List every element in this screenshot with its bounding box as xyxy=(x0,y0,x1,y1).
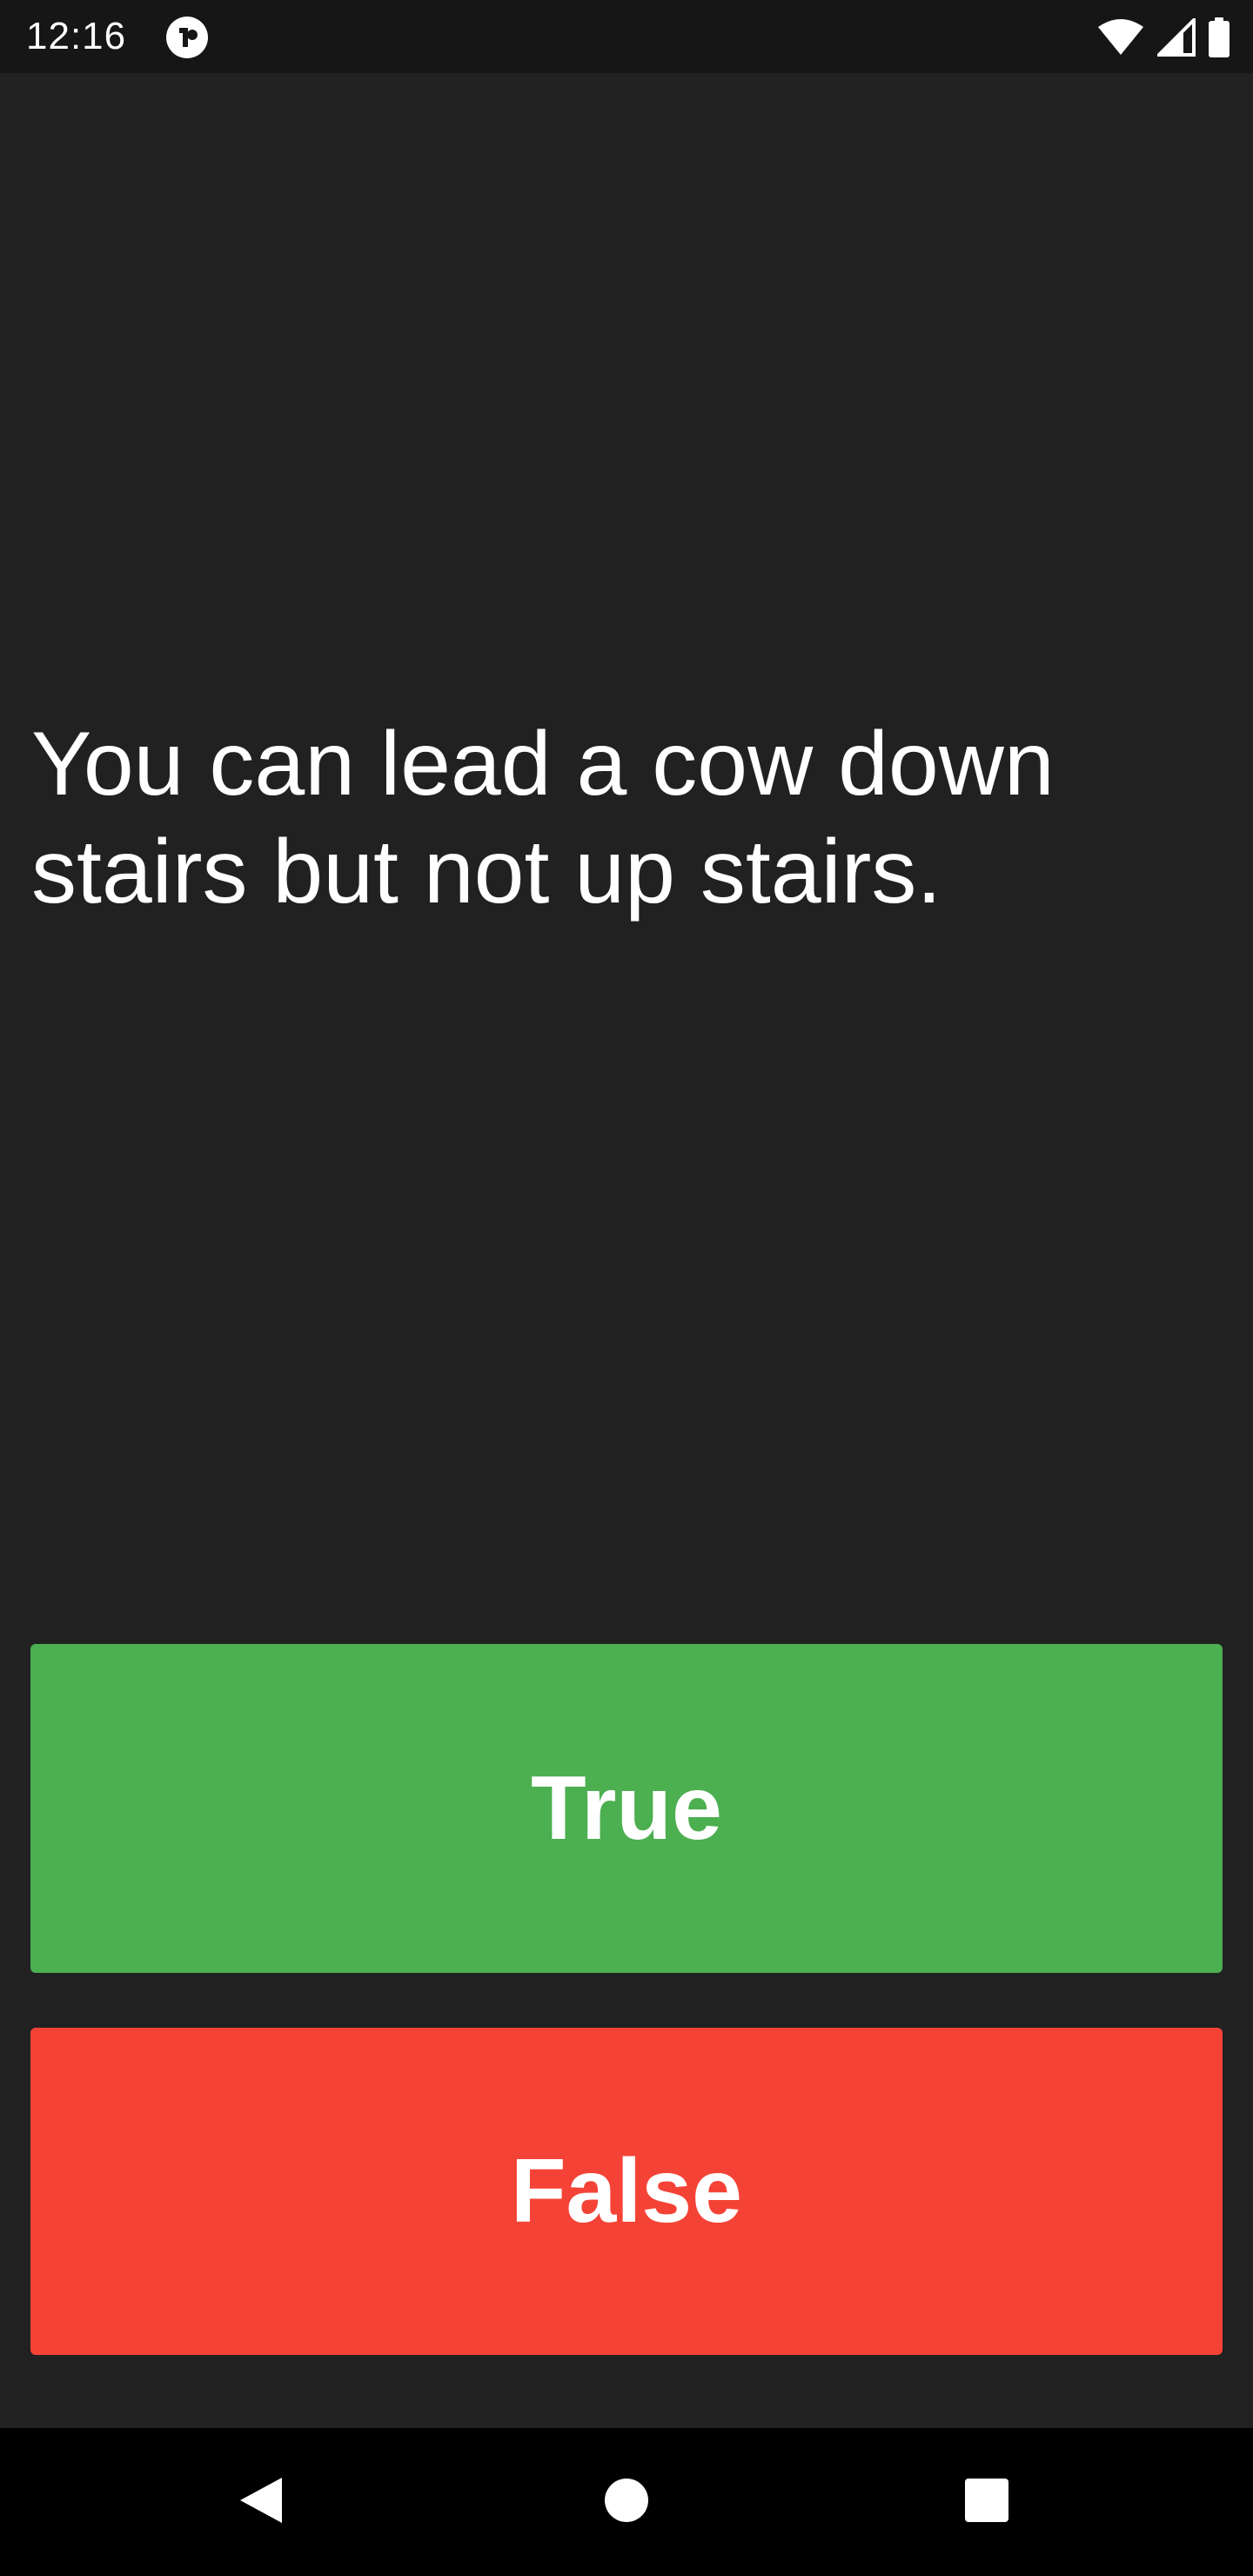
false-button-label: False xyxy=(511,2140,742,2242)
home-button[interactable] xyxy=(583,2459,670,2546)
wifi-icon xyxy=(1096,18,1145,57)
back-button[interactable] xyxy=(219,2459,306,2546)
app-notification-icon xyxy=(165,16,209,59)
recents-button[interactable] xyxy=(943,2459,1030,2546)
recents-icon xyxy=(964,2478,1009,2527)
cellular-signal-icon xyxy=(1157,18,1196,57)
question-text: You can lead a cow down stairs but not u… xyxy=(31,714,1055,922)
battery-icon xyxy=(1208,17,1230,57)
status-icons xyxy=(1096,16,1230,59)
true-button[interactable]: True xyxy=(30,1644,1223,1973)
back-icon xyxy=(237,2474,289,2531)
navigation-bar xyxy=(0,2428,1253,2576)
status-bar: 12:16 xyxy=(0,0,1253,73)
home-icon xyxy=(604,2478,649,2527)
true-button-label: True xyxy=(531,1757,722,1859)
status-time: 12:16 xyxy=(26,15,127,57)
false-button[interactable]: False xyxy=(30,2028,1223,2355)
